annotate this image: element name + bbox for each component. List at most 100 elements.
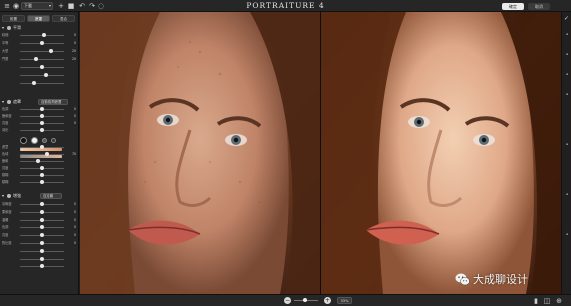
zoom-in-icon[interactable]: +	[324, 297, 331, 304]
after-photo[interactable]	[321, 12, 561, 294]
slider-track[interactable]	[20, 154, 64, 155]
slider-value[interactable]: 0	[66, 233, 76, 238]
slider-row: 門限 20	[2, 57, 77, 62]
slider-value[interactable]: 0	[66, 210, 76, 215]
slider-handle[interactable]	[40, 173, 44, 177]
slider-handle[interactable]	[32, 81, 36, 85]
slider-handle[interactable]	[36, 159, 40, 163]
mask-mode-select[interactable]: 自動檢測遮罩	[38, 99, 68, 105]
slider-handle[interactable]	[40, 202, 44, 206]
tab-mask[interactable]: 遮罩	[27, 15, 50, 22]
slider-value[interactable]: 20	[66, 57, 76, 62]
slider-handle[interactable]	[40, 256, 44, 261]
slider-handle[interactable]	[40, 225, 44, 230]
slider-handle[interactable]	[40, 166, 44, 170]
preset-item[interactable]: ▪	[563, 142, 571, 146]
slider-value[interactable]: 0	[66, 225, 76, 230]
slider-value[interactable]: 70	[66, 152, 76, 157]
preset-item[interactable]: ▪	[563, 72, 571, 76]
slider-row: 遮罩	[2, 145, 77, 150]
slider-handle[interactable]	[40, 114, 44, 118]
zoom-slider-handle[interactable]	[303, 298, 307, 302]
zoom-value[interactable]: 33%	[337, 297, 352, 304]
slider-label: 色調	[2, 225, 9, 230]
swatch-dark[interactable]	[20, 137, 27, 144]
slider-label: 遮罩	[2, 145, 9, 149]
slider-handle[interactable]	[44, 152, 49, 156]
watermark-text: 大成聊设计	[473, 273, 528, 286]
slider-value[interactable]: 0	[66, 202, 76, 207]
preset-item[interactable]: ▪	[563, 92, 571, 96]
slider-value[interactable]: 0	[66, 241, 76, 246]
slider-label: 清晰度	[2, 202, 12, 206]
split-view-icon[interactable]: ◫	[543, 297, 551, 305]
preset-item[interactable]: ▪	[563, 192, 571, 196]
eyedropper-icon[interactable]	[42, 138, 47, 143]
slider-handle[interactable]	[42, 33, 46, 37]
slider-track[interactable]	[20, 59, 64, 60]
slider-handle[interactable]	[34, 57, 38, 61]
enhance-preset-select[interactable]: 自定義	[40, 193, 62, 199]
swatch-light[interactable]	[31, 137, 38, 144]
tab-settings[interactable]: 設置	[2, 15, 25, 22]
tab-blend[interactable]: 混合	[52, 15, 75, 22]
slider-track[interactable]	[20, 161, 64, 162]
slider-value[interactable]: 0	[66, 121, 76, 126]
check-icon[interactable]: ✓	[564, 15, 569, 22]
slider-row	[2, 65, 77, 70]
slider-row: 亮度 0	[2, 233, 77, 238]
slider-handle[interactable]	[40, 233, 44, 238]
slider-row	[2, 256, 77, 262]
globe-icon[interactable]: ⊕	[555, 297, 563, 305]
slider-row: 色調 0	[2, 225, 77, 230]
slider-label: 色域	[2, 152, 9, 156]
section-title: 平滑	[13, 24, 21, 30]
single-view-icon[interactable]: ▮	[532, 297, 540, 305]
section-smoothing[interactable]: ▾ 平滑	[2, 24, 77, 31]
slider-handle[interactable]	[48, 49, 53, 53]
slider-handle[interactable]	[40, 264, 44, 269]
slider-handle[interactable]	[40, 248, 44, 253]
slider-handle[interactable]	[40, 241, 44, 245]
slider-value[interactable]: 20	[66, 49, 76, 54]
chevron-down-icon: ▾	[2, 25, 5, 30]
ok-button[interactable]: 確定	[502, 3, 524, 10]
slider-handle[interactable]	[40, 180, 44, 184]
toggle-dot-icon[interactable]	[7, 193, 11, 198]
split-divider[interactable]	[320, 12, 321, 294]
slider-handle[interactable]	[40, 128, 44, 132]
slider-value[interactable]: 0	[66, 107, 76, 112]
preset-item[interactable]: ▪	[563, 52, 571, 56]
slider-row: 羽化	[2, 128, 77, 133]
slider-handle[interactable]	[44, 73, 48, 77]
toggle-dot-icon[interactable]	[7, 99, 11, 104]
slider-value[interactable]: 0	[66, 33, 76, 38]
slider-value[interactable]: 0	[66, 218, 76, 223]
picker-icon[interactable]	[51, 138, 56, 143]
slider-handle[interactable]	[40, 121, 44, 125]
slider-handle[interactable]	[40, 65, 44, 69]
preset-item[interactable]: ▪	[563, 232, 571, 236]
before-photo[interactable]	[80, 12, 320, 294]
cancel-button[interactable]: 取消	[528, 3, 550, 10]
slider-row: 清晰度 0	[2, 202, 77, 207]
slider-handle[interactable]	[40, 107, 44, 111]
slider-label: 亮度	[2, 166, 9, 170]
preset-item[interactable]: ▪	[563, 32, 571, 36]
slider-row: 模糊	[2, 180, 77, 185]
slider-handle[interactable]	[40, 217, 44, 222]
panel-tabs: 設置 遮罩 混合	[2, 15, 75, 22]
slider-track[interactable]	[20, 75, 64, 76]
slider-row: 模糊	[2, 173, 77, 178]
slider-handle[interactable]	[40, 145, 44, 149]
zoom-out-icon[interactable]: −	[284, 297, 291, 304]
slider-track[interactable]	[20, 83, 64, 84]
toggle-dot-icon[interactable]	[7, 25, 11, 30]
slider-track[interactable]	[20, 51, 64, 52]
slider-handle[interactable]	[40, 41, 44, 45]
slider-row: 對比度 0	[2, 241, 77, 246]
slider-handle[interactable]	[40, 209, 44, 214]
slider-value[interactable]: 0	[66, 114, 76, 119]
slider-value[interactable]: 0	[66, 41, 76, 46]
section-title: 遮罩	[13, 98, 21, 104]
